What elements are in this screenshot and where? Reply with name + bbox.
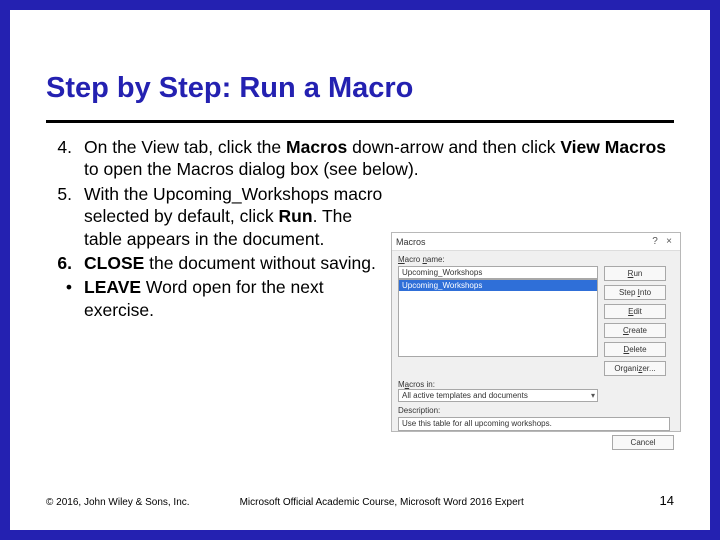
dialog-titlebar: Macros ? ×: [392, 233, 680, 251]
cancel-button[interactable]: Cancel: [612, 435, 674, 450]
dialog-main: Upcoming_Workshops Upcoming_Workshops Ru…: [398, 266, 674, 376]
slide-title: Step by Step: Run a Macro: [46, 72, 413, 105]
dialog-title: Macros: [396, 237, 648, 247]
slide: Step by Step: Run a Macro 4. On the View…: [10, 10, 710, 530]
slide-footer: © 2016, John Wiley & Sons, Inc. Microsof…: [46, 493, 674, 508]
footer-course: Microsoft Official Academic Course, Micr…: [190, 497, 660, 508]
step-text: On the View tab, click the Macros down-a…: [84, 136, 674, 181]
close-icon[interactable]: ×: [662, 235, 676, 249]
macro-list[interactable]: Upcoming_Workshops: [398, 279, 598, 357]
text: the document without saving.: [144, 253, 376, 273]
bold-text: View Macros: [560, 137, 666, 157]
text: reate: [629, 326, 647, 335]
macros-in-dropdown[interactable]: All active templates and documents: [398, 389, 598, 402]
macros-dialog: Macros ? × Macro name: Upcoming_Workshop…: [391, 232, 681, 432]
help-icon[interactable]: ?: [648, 235, 662, 249]
bold-text: CLOSE: [84, 253, 144, 273]
dialog-body: Macro name: Upcoming_Workshops Upcoming_…: [392, 251, 680, 456]
macro-name-label: Macro name:: [398, 255, 674, 264]
description-box: Use this table for all upcoming workshop…: [398, 417, 670, 431]
delete-button[interactable]: Delete: [604, 342, 666, 357]
text: down-arrow and then click: [347, 137, 560, 157]
step-into-button[interactable]: Step Into: [604, 285, 666, 300]
macros-in-label: Macros in:: [398, 380, 674, 389]
bold-text: LEAVE: [84, 277, 141, 297]
step-text: CLOSE the document without saving.: [84, 252, 384, 274]
edit-button[interactable]: Edit: [604, 304, 666, 319]
description-label: Description:: [398, 406, 674, 415]
macro-list-item-selected[interactable]: Upcoming_Workshops: [399, 280, 597, 291]
text: On the View tab, click the: [84, 137, 286, 157]
step-number: 5.: [46, 183, 84, 250]
text: elete: [629, 345, 646, 354]
dialog-left: Upcoming_Workshops Upcoming_Workshops: [398, 266, 598, 376]
macro-name-input[interactable]: Upcoming_Workshops: [398, 266, 598, 279]
step-number: 6.: [46, 252, 84, 274]
text: dit: [633, 307, 641, 316]
dialog-footer: Cancel: [398, 435, 674, 450]
page-number: 14: [660, 493, 674, 508]
step-text: With the Upcoming_Workshops macro select…: [84, 183, 384, 250]
title-underline: [46, 120, 674, 123]
bold-text: Macros: [286, 137, 347, 157]
step-4: 4. On the View tab, click the Macros dow…: [46, 136, 674, 181]
bullet-marker: •: [46, 276, 84, 321]
text: to open the Macros dialog box (see below…: [84, 159, 419, 179]
text: Step: [619, 288, 638, 297]
footer-copyright: © 2016, John Wiley & Sons, Inc.: [46, 497, 190, 508]
text: nto: [640, 288, 651, 297]
dialog-buttons: Run Step Into Edit Create Delete Organiz…: [604, 266, 666, 376]
run-button[interactable]: Run: [604, 266, 666, 281]
organizer-button[interactable]: Organizer...: [604, 361, 666, 376]
step-text: LEAVE Word open for the next exercise.: [84, 276, 384, 321]
step-number: 4.: [46, 136, 84, 181]
create-button[interactable]: Create: [604, 323, 666, 338]
bold-text: Run: [279, 206, 313, 226]
